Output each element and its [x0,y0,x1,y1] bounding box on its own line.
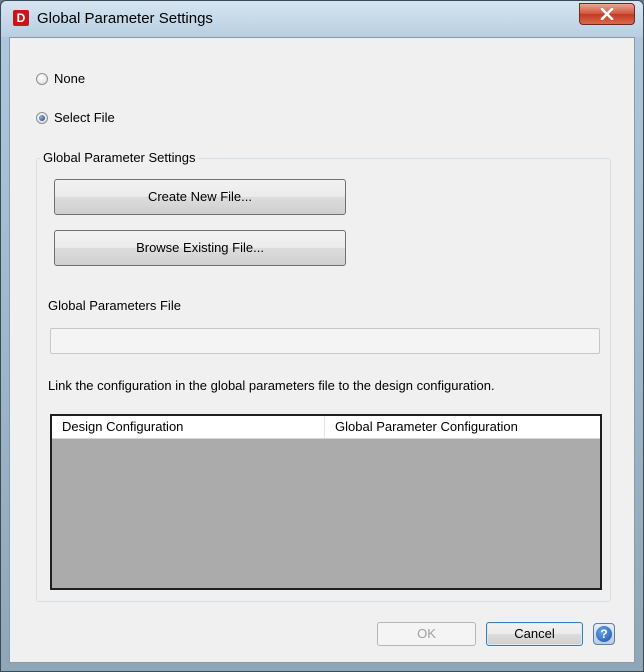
help-button[interactable]: ? [593,623,615,645]
dialog-window: D Global Parameter Settings None Select … [0,0,644,672]
groupbox-caption: Global Parameter Settings [40,150,199,165]
close-icon [600,8,614,20]
none-radio[interactable] [36,72,48,85]
select-file-radio[interactable] [36,111,48,124]
cancel-button[interactable]: Cancel [486,622,583,646]
help-icon: ? [596,626,612,642]
window-title: Global Parameter Settings [37,10,213,27]
select-file-option[interactable]: Select File [36,110,115,125]
select-file-radio-label: Select File [54,110,115,125]
app-icon: D [13,10,29,26]
column-header-global-parameter-configuration[interactable]: Global Parameter Configuration [325,416,600,438]
none-radio-label: None [54,71,86,86]
ok-button[interactable]: OK [377,622,476,646]
create-new-file-button[interactable]: Create New File... [54,179,346,215]
global-parameters-file-field [50,328,600,354]
close-button[interactable] [579,3,635,25]
none-option[interactable]: None [36,71,85,86]
configuration-mapping-table[interactable]: Design Configuration Global Parameter Co… [50,414,602,590]
title-bar[interactable]: D Global Parameter Settings [1,1,643,37]
global-parameters-file-label: Global Parameters File [48,298,181,313]
link-instruction-text: Link the configuration in the global par… [48,378,495,393]
browse-existing-file-button[interactable]: Browse Existing File... [54,230,346,266]
table-header: Design Configuration Global Parameter Co… [52,416,600,439]
column-header-design-configuration[interactable]: Design Configuration [52,416,325,438]
dialog-client-area: None Select File Global Parameter Settin… [9,37,635,663]
